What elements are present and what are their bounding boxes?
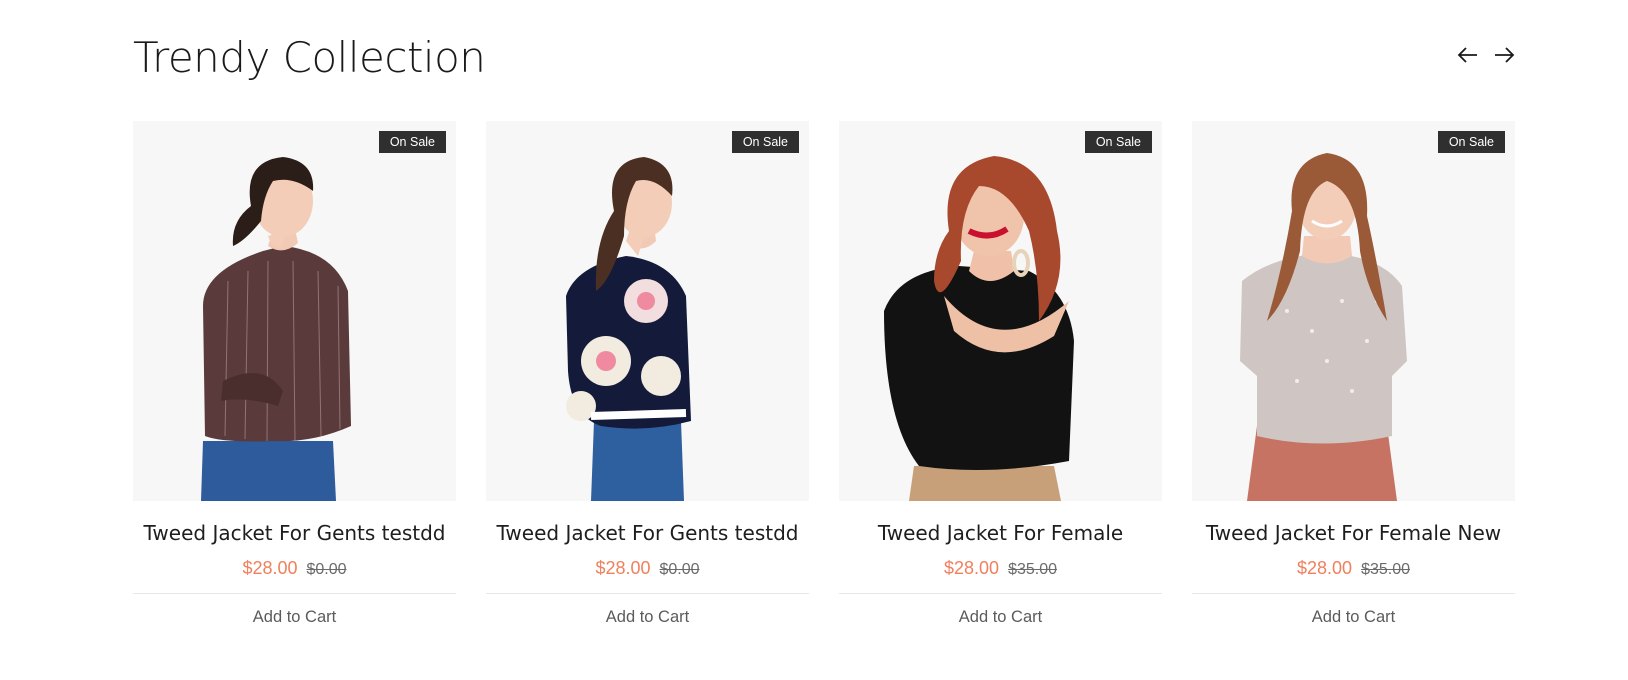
divider	[486, 593, 809, 594]
carousel-nav	[1455, 40, 1517, 70]
price-old: $35.00	[1008, 561, 1057, 578]
product-name-link[interactable]: Tweed Jacket For Female New	[1206, 519, 1501, 547]
arrow-right-icon	[1493, 46, 1515, 64]
product-grid: On Sale Tweed Jacket For Gents testdd $2…	[133, 121, 1515, 628]
prev-button[interactable]	[1455, 40, 1481, 70]
price-row: $28.00 $35.00	[1297, 557, 1410, 581]
divider	[133, 593, 456, 594]
product-name-link[interactable]: Tweed Jacket For Gents testdd	[497, 519, 799, 547]
add-to-cart-button[interactable]: Add to Cart	[253, 606, 336, 628]
product-image-link[interactable]: On Sale	[1192, 121, 1515, 501]
price-row: $28.00 $35.00	[944, 557, 1057, 581]
price-current: $28.00	[944, 558, 1000, 578]
product-card: On Sale Tweed Jacket For Gents testdd $2…	[133, 121, 456, 628]
trendy-collection-section: Trendy Collection On Sale Tweed Jacket F…	[0, 0, 1628, 680]
price-row: $28.00 $0.00	[595, 557, 699, 581]
divider	[839, 593, 1162, 594]
add-to-cart-button[interactable]: Add to Cart	[606, 606, 689, 628]
price-row: $28.00 $0.00	[242, 557, 346, 581]
sale-badge: On Sale	[378, 131, 446, 153]
product-image-link[interactable]: On Sale	[486, 121, 809, 501]
next-button[interactable]	[1491, 40, 1517, 70]
section-title: Trendy Collection	[133, 33, 486, 82]
sale-badge: On Sale	[1084, 131, 1152, 153]
price-current: $28.00	[242, 558, 298, 578]
product-image-link[interactable]: On Sale	[839, 121, 1162, 501]
arrow-left-icon	[1457, 46, 1479, 64]
add-to-cart-button[interactable]: Add to Cart	[1312, 606, 1395, 628]
divider	[1192, 593, 1515, 594]
product-card: On Sale Tweed Jacket For Gents testdd $2…	[486, 121, 809, 628]
price-old: $0.00	[659, 561, 700, 578]
price-current: $28.00	[595, 558, 651, 578]
product-image-link[interactable]: On Sale	[133, 121, 456, 501]
product-card: On Sale Tweed Jacket For Female New $28.…	[1192, 121, 1515, 628]
product-name-link[interactable]: Tweed Jacket For Gents testdd	[144, 519, 446, 547]
product-card: On Sale Tweed Jacket For Female $28.00 $…	[839, 121, 1162, 628]
price-old: $0.00	[306, 561, 347, 578]
product-name-link[interactable]: Tweed Jacket For Female	[878, 519, 1123, 547]
sale-badge: On Sale	[1437, 131, 1505, 153]
sale-badge: On Sale	[731, 131, 799, 153]
add-to-cart-button[interactable]: Add to Cart	[959, 606, 1042, 628]
price-current: $28.00	[1297, 558, 1353, 578]
price-old: $35.00	[1361, 561, 1410, 578]
